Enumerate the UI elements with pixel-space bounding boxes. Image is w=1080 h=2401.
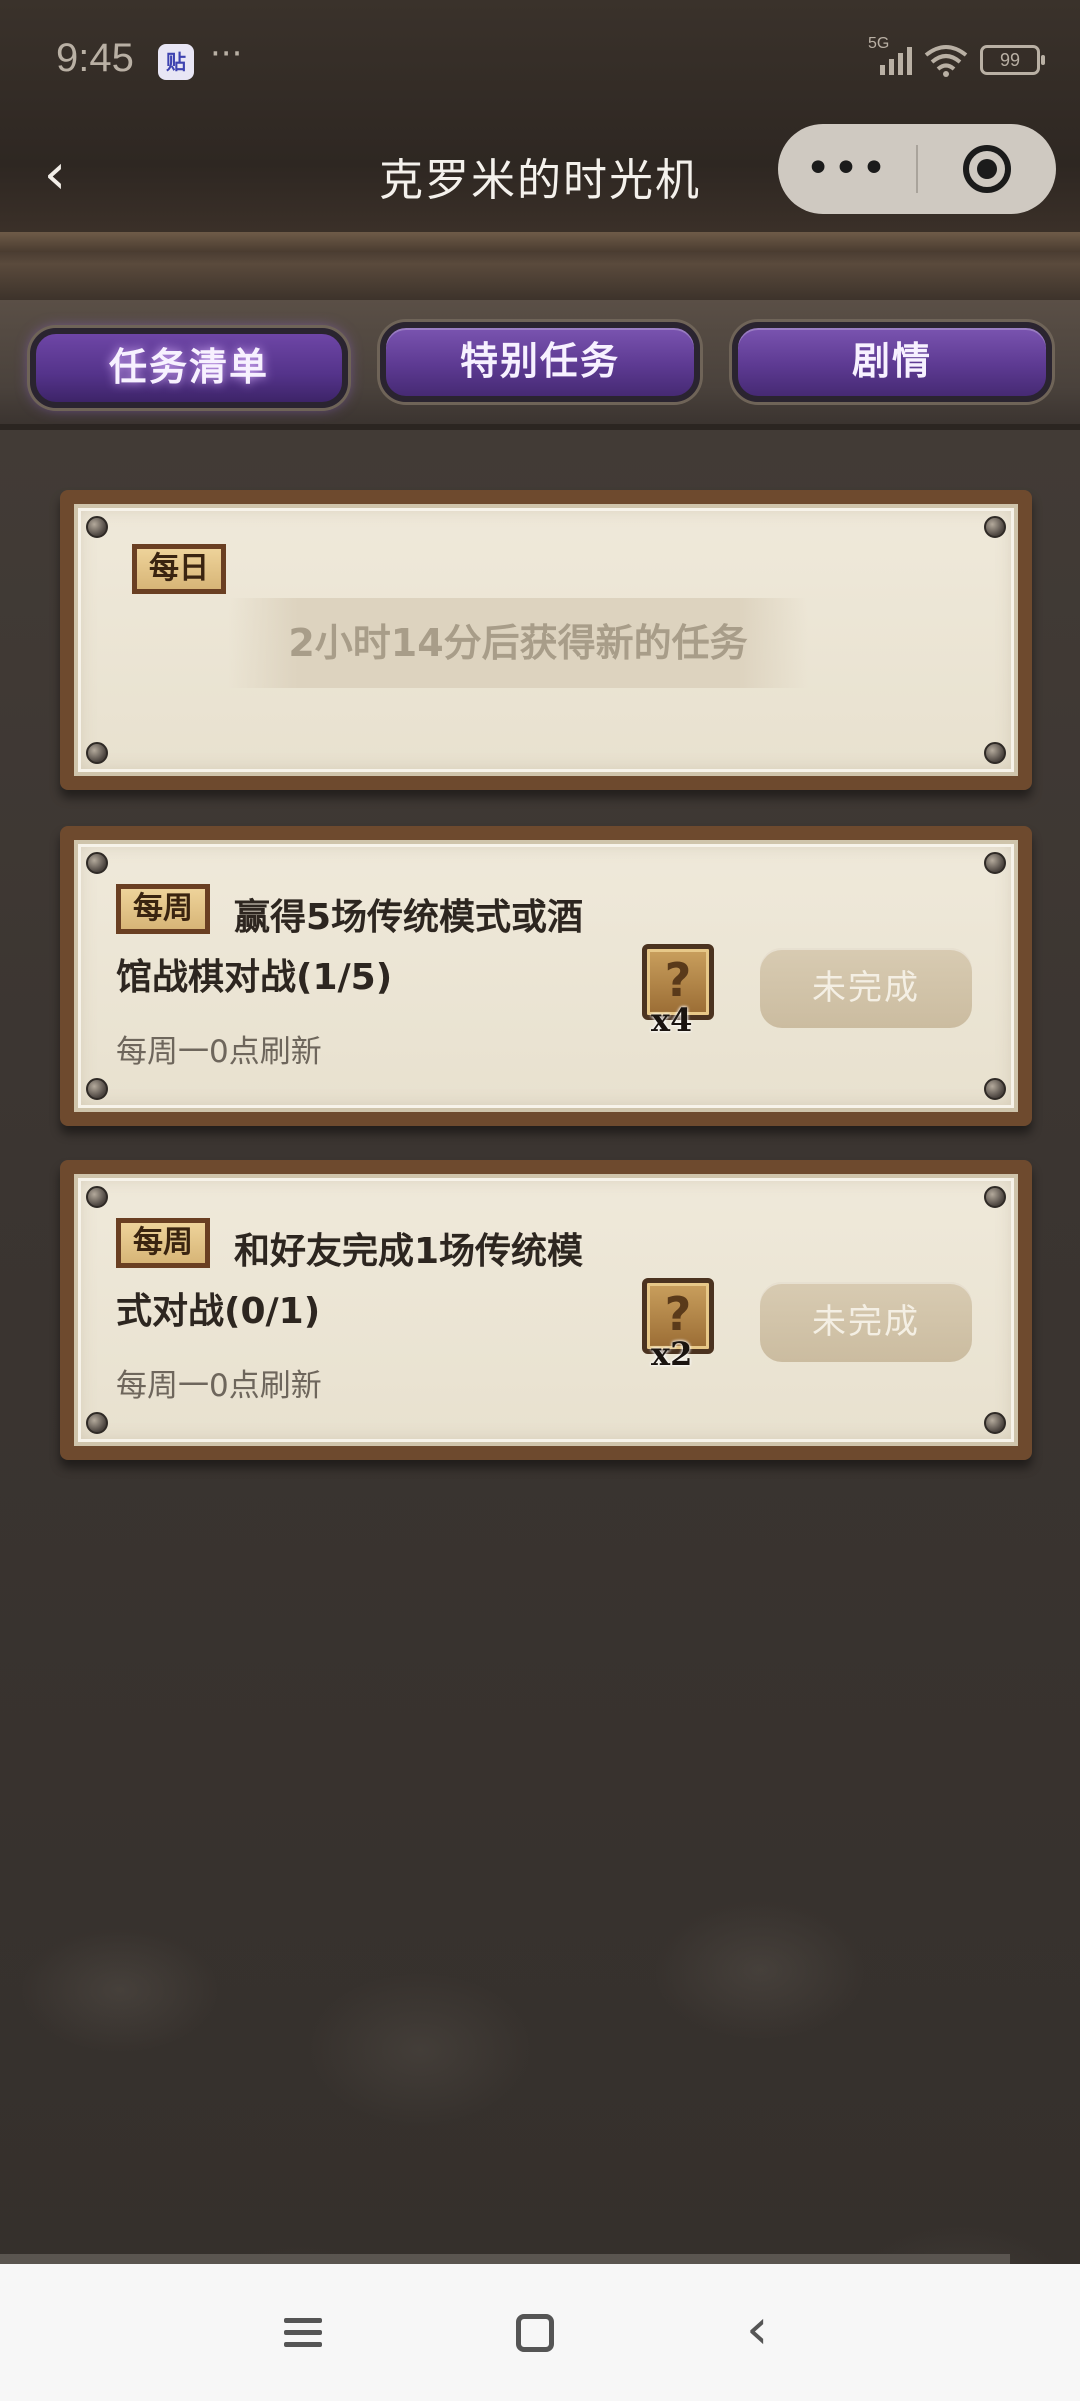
back-icon: ‹ [746,2297,769,2362]
task-text-line-2: 式对战(0/1) [116,1291,321,1332]
daily-task-card: 每日 2小时14分后获得新的任务 [60,490,1032,790]
rivet [984,1078,1006,1100]
daily-card-body: 每日 2小时14分后获得新的任务 [74,504,1018,776]
task-text-line-2: 馆战棋对战(1/5) [116,957,393,998]
app-notification-icon: 贴 [158,44,194,80]
refresh-note: 每周一0点刷新 [116,1034,322,1070]
incomplete-status-button[interactable]: 未完成 [760,948,972,1028]
mystery-reward-icon: ? x4 [642,944,714,1039]
network-type: 5G [868,35,890,52]
more-options-button[interactable]: ••• [778,124,916,214]
task-text-line-1: 和好友完成1场传统模 [234,1231,584,1272]
target-icon [963,145,1011,193]
daily-countdown: 2小时14分后获得新的任务 [228,598,808,688]
signal-icon: 5G [868,35,912,75]
task-description: 赢得5场传统模式或酒 馆战棋对战(1/5) [116,888,616,1008]
system-navigation-bar: ‹ [0,2264,1080,2401]
task-description: 和好友完成1场传统模 式对战(0/1) [116,1222,616,1342]
wifi-icon [924,45,968,77]
close-mini-program-button[interactable] [918,145,1056,193]
incomplete-status-button[interactable]: 未完成 [760,1282,972,1362]
mystery-reward-icon: ? x2 [642,1278,714,1373]
system-back-button[interactable]: ‹ [736,2298,806,2368]
rivet [984,516,1006,538]
rivet [984,1186,1006,1208]
rivet [86,742,108,764]
rivet [86,516,108,538]
tab-special-tasks[interactable]: 特别任务 [380,322,700,402]
battery-icon: 99 [980,45,1045,75]
rivet [86,1412,108,1434]
tab-bar: 任务清单 特别任务 剧情 [0,300,1080,430]
weekly-task-card: 每周 赢得5场传统模式或酒 馆战棋对战(1/5) 每周一0点刷新 ? x4 未完… [60,826,1032,1126]
title-bar: ‹ 克罗米的时光机 ••• [0,120,1080,230]
menu-button[interactable] [268,2298,338,2368]
mini-program-capsule: ••• [778,124,1056,214]
refresh-note: 每周一0点刷新 [116,1368,322,1404]
question-mark-icon: ? [664,1287,692,1341]
home-icon [516,2314,554,2352]
more-notifications-icon: ··· [210,34,243,74]
question-mark-icon: ? [664,953,692,1007]
rivet [86,1078,108,1100]
rivet [86,852,108,874]
home-button[interactable] [500,2298,570,2368]
rivet [984,852,1006,874]
weekly-card-body: 每周 和好友完成1场传统模 式对战(0/1) 每周一0点刷新 ? x2 未完成 [74,1174,1018,1446]
task-text-line-1: 赢得5场传统模式或酒 [234,897,584,938]
status-time: 9:45 [56,36,134,80]
rivet [86,1186,108,1208]
rivet [984,1412,1006,1434]
rivet [984,742,1006,764]
reward-quantity: x4 [651,1001,693,1039]
reward-quantity: x2 [651,1335,693,1373]
tab-story[interactable]: 剧情 [732,322,1052,402]
weekly-task-card: 每周 和好友完成1场传统模 式对战(0/1) 每周一0点刷新 ? x2 未完成 [60,1160,1032,1460]
menu-icon [284,2318,322,2354]
daily-tag: 每日 [132,544,226,594]
status-bar: 9:45 贴 ··· 5G 99 [0,0,1080,120]
weekly-card-body: 每周 赢得5场传统模式或酒 馆战棋对战(1/5) 每周一0点刷新 ? x4 未完… [74,840,1018,1112]
status-indicators: 5G 99 [868,35,1045,80]
tab-task-list[interactable]: 任务清单 [30,328,348,408]
scrollbar[interactable] [0,2254,1010,2264]
